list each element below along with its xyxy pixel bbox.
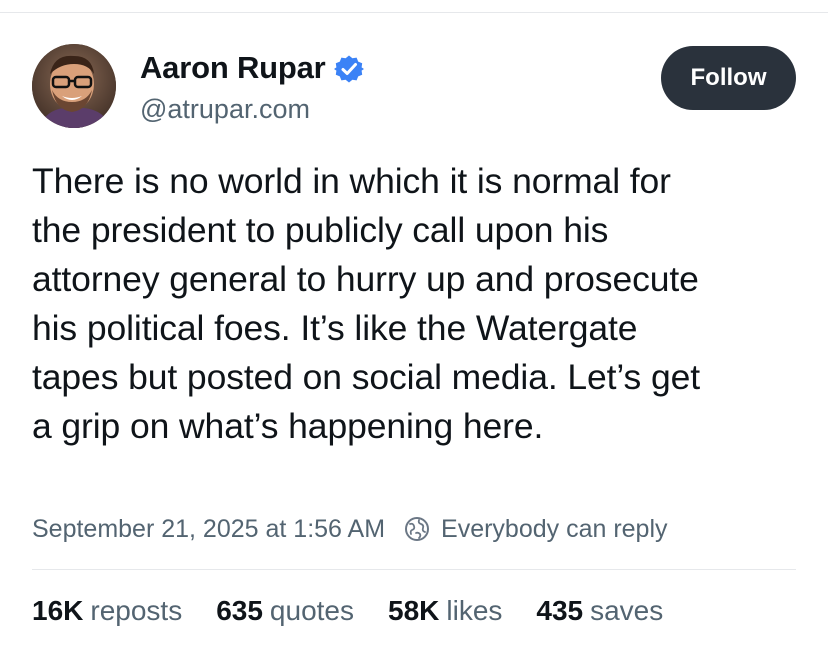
reply-setting[interactable]: Everybody can reply: [441, 515, 668, 544]
likes-stat[interactable]: 58K likes: [388, 595, 502, 627]
verified-badge-icon: [333, 54, 364, 84]
quotes-count: 635: [216, 595, 263, 626]
reposts-stat[interactable]: 16K reposts: [32, 595, 182, 627]
engagement-stats: 16K reposts 635 quotes 58K likes 435 saves: [32, 595, 697, 627]
top-divider: [0, 12, 828, 13]
person-with-glasses-avatar: [32, 44, 116, 128]
likes-label: likes: [446, 595, 503, 626]
post-meta-row: September 21, 2025 at 1:56 AM Everybody …: [32, 512, 668, 546]
author-name-row: Aaron Rupar: [140, 50, 364, 86]
quotes-label: quotes: [269, 595, 354, 626]
follow-button[interactable]: Follow: [661, 46, 796, 110]
saves-label: saves: [590, 595, 664, 626]
saves-count: 435: [536, 595, 584, 626]
globe-icon: [403, 515, 431, 543]
saves-stat[interactable]: 435 saves: [536, 595, 663, 627]
author-avatar[interactable]: [32, 44, 116, 128]
reposts-label: reposts: [90, 595, 183, 626]
likes-count: 58K: [388, 595, 440, 626]
reposts-count: 16K: [32, 595, 84, 626]
author-display-name[interactable]: Aaron Rupar: [140, 50, 326, 86]
post-timestamp[interactable]: September 21, 2025 at 1:56 AM: [32, 515, 385, 544]
author-handle[interactable]: @atrupar.com: [140, 94, 310, 125]
post-text: There is no world in which it is normal …: [32, 161, 701, 446]
quotes-stat[interactable]: 635 quotes: [216, 595, 354, 627]
stats-divider: [32, 569, 796, 570]
